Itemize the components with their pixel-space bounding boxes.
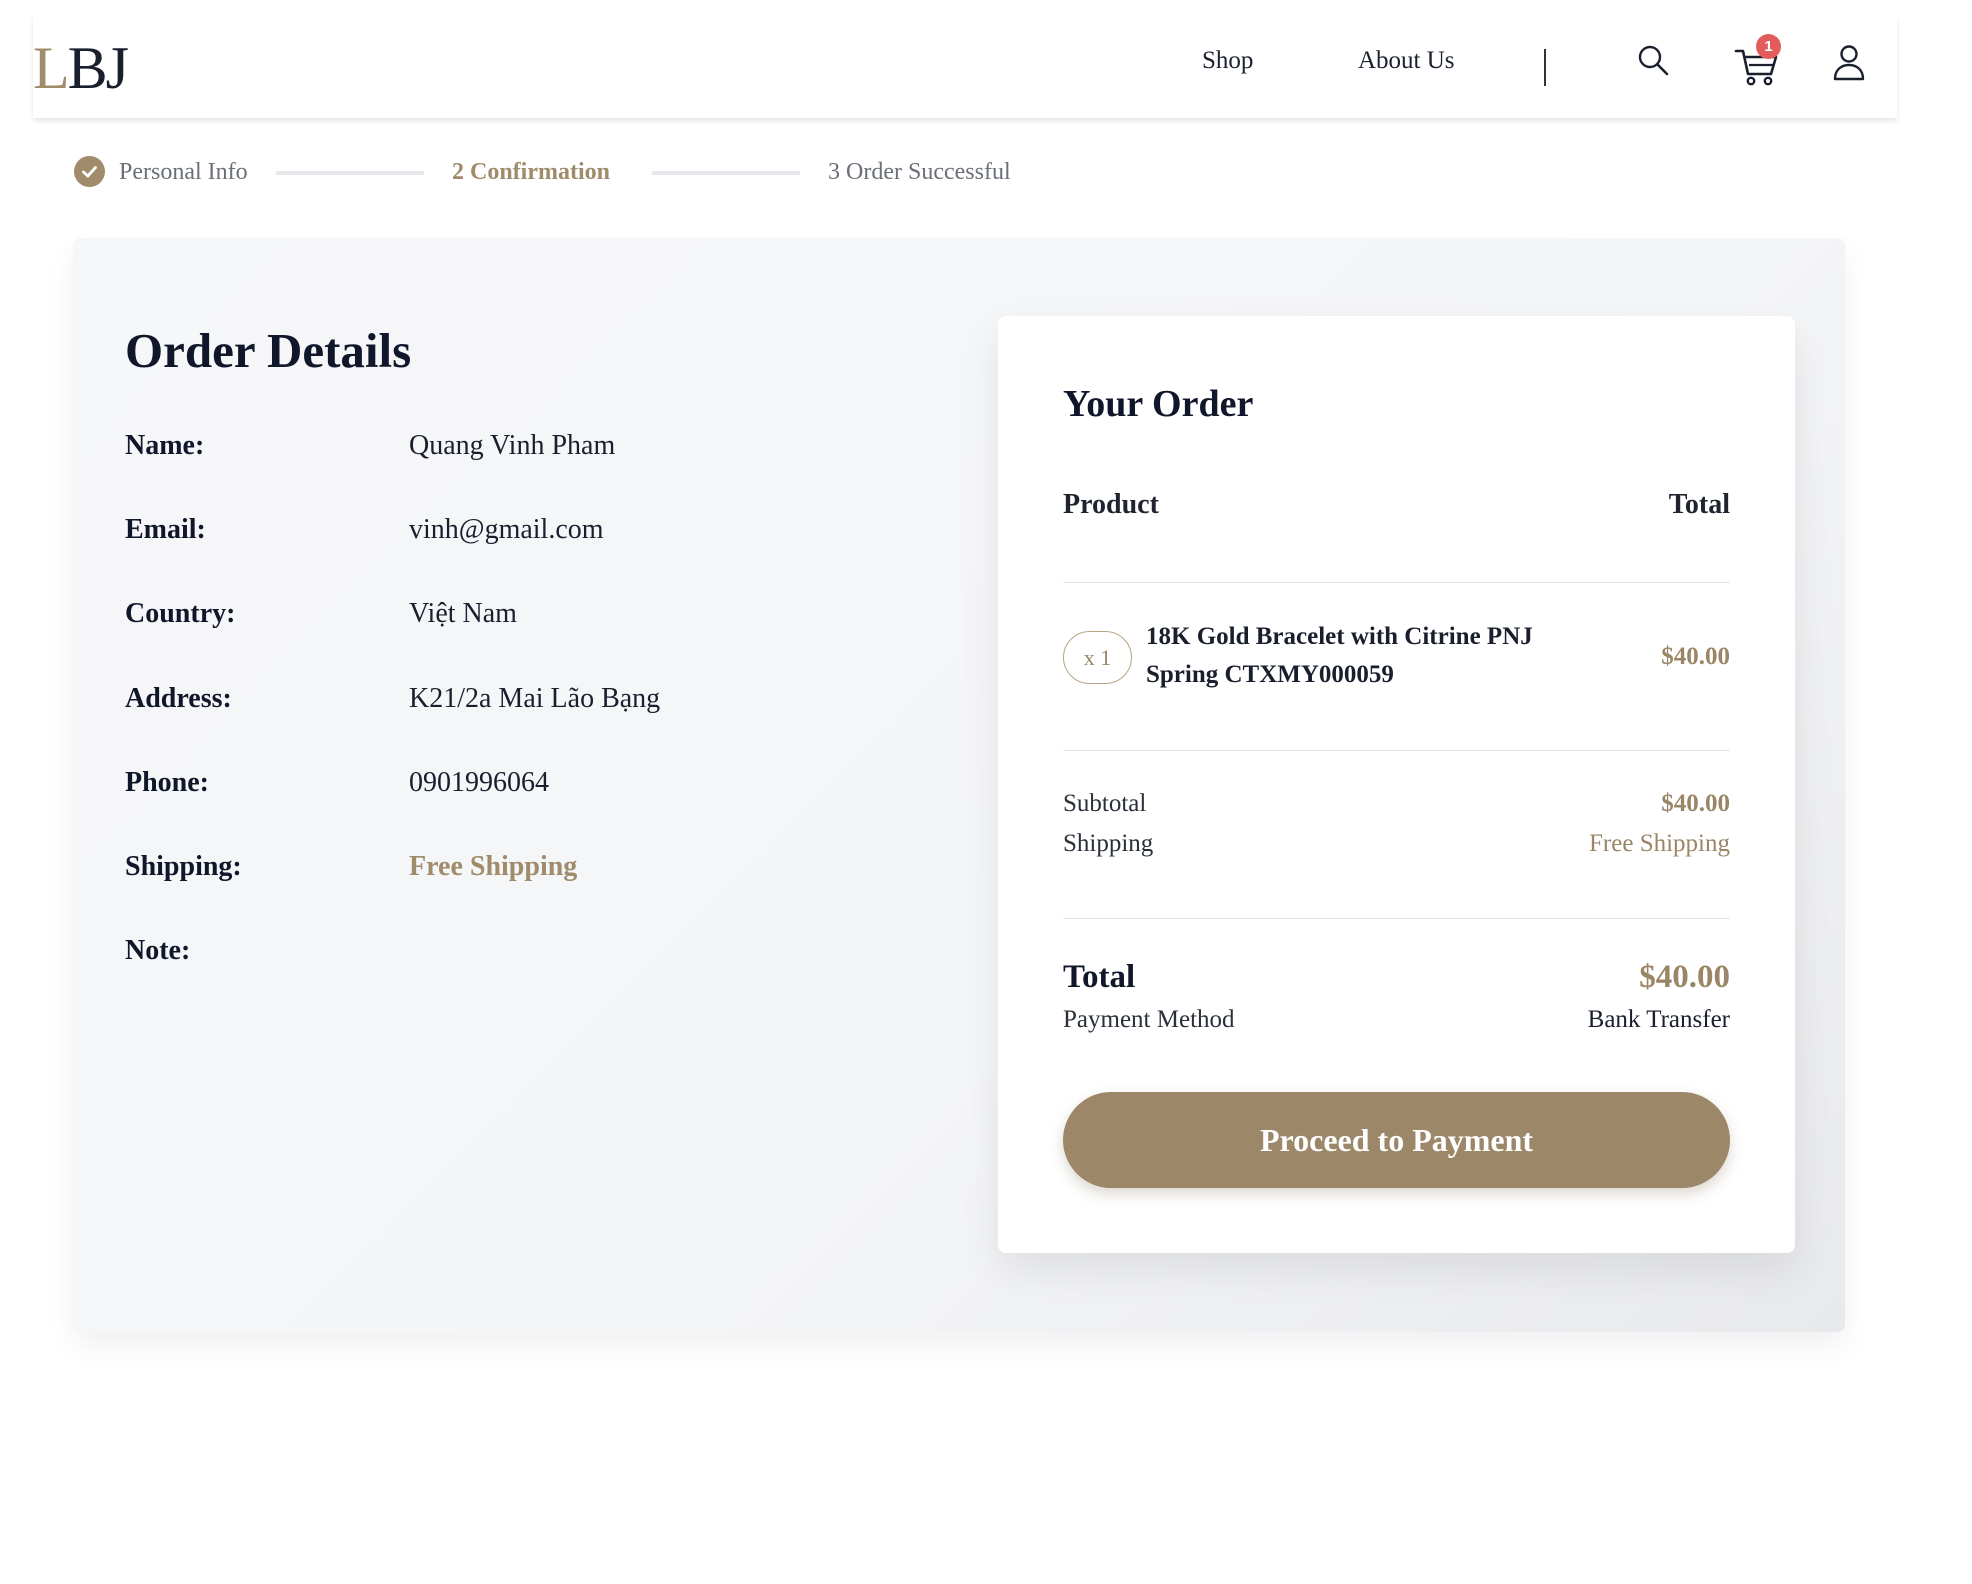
user-icon[interactable] [1831,43,1867,83]
subtotal-value: $40.00 [1661,790,1730,817]
order-details-title: Order Details [125,323,412,378]
checkout-card: Order Details Name: Quang Vinh Pham Emai… [73,238,1845,1332]
your-order-title: Your Order [1063,383,1254,425]
detail-value-shipping: Free Shipping [409,851,578,882]
detail-label-country: Country: [125,598,236,629]
total-value: $40.00 [1639,959,1730,995]
your-order-panel: Your Order Product Total x 1 18K Gold Br… [998,316,1795,1253]
divider [1063,582,1730,583]
detail-value-address: K21/2a Mai Lão Bạng [409,683,661,714]
logo[interactable]: LBJ [33,35,129,101]
detail-label-address: Address: [125,683,232,714]
detail-label-name: Name: [125,430,205,461]
shipping-value: Free Shipping [1589,830,1730,857]
detail-label-email: Email: [125,514,206,545]
product-price: $40.00 [1661,643,1730,670]
detail-value-email: vinh@gmail.com [409,514,604,545]
detail-label-note: Note: [125,935,191,966]
divider [1063,918,1730,919]
total-label: Total [1063,959,1136,995]
quantity-badge: x 1 [1063,631,1132,684]
step-order-successful: 3 Order Successful [828,159,1011,185]
step-connector [652,171,800,175]
cart-count-badge: 1 [1756,34,1781,59]
step-complete-check-icon [74,156,105,187]
detail-label-phone: Phone: [125,767,209,798]
product-name: 18K Gold Bracelet with Citrine PNJ Sprin… [1146,623,1533,688]
detail-label-shipping: Shipping: [125,851,242,882]
subtotal-label: Subtotal [1063,790,1147,817]
detail-value-name: Quang Vinh Pham [409,430,616,461]
payment-method-value: Bank Transfer [1587,1006,1730,1033]
logo-letters-bj: BJ [67,35,129,101]
divider [1063,750,1730,751]
payment-method-label: Payment Method [1063,1006,1235,1033]
detail-value-country: Việt Nam [409,598,517,629]
search-icon[interactable] [1636,43,1672,79]
nav-shop[interactable]: Shop [1202,47,1253,75]
step-confirmation: 2 Confirmation [452,159,610,185]
site-header: LBJ Shop About Us 1 [33,16,1897,118]
column-header-product: Product [1063,489,1159,520]
logo-letter-l: L [33,35,70,101]
shipping-label: Shipping [1063,830,1154,857]
step-personal-info[interactable]: Personal Info [119,156,248,188]
step-connector [276,171,424,175]
proceed-to-payment-button[interactable]: Proceed to Payment [1063,1092,1730,1188]
nav-about-us[interactable]: About Us [1358,47,1455,75]
nav-divider [1544,49,1546,86]
detail-value-phone: 0901996064 [409,767,549,798]
column-header-total: Total [1668,489,1730,520]
